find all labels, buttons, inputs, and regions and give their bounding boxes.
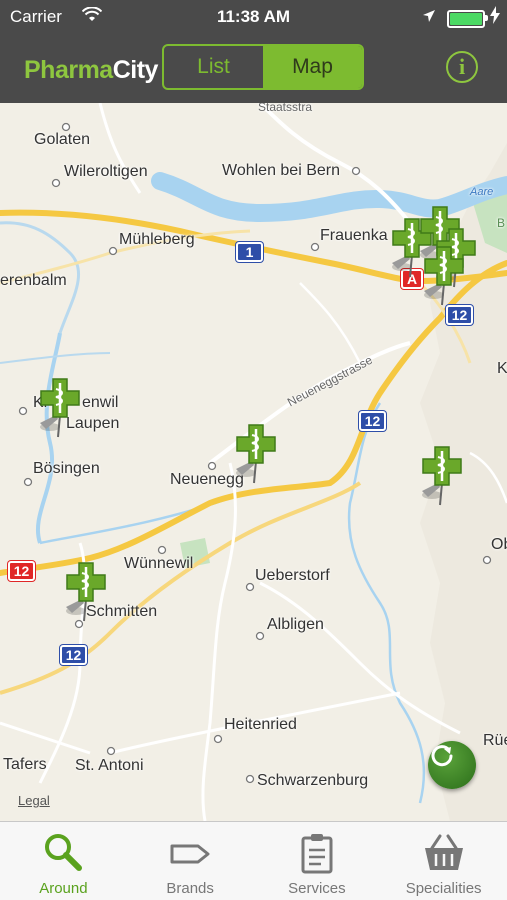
pharmacy-pin-icon[interactable] bbox=[36, 375, 82, 439]
tab-label: Specialities bbox=[405, 880, 482, 897]
place-label: Frauenka bbox=[320, 227, 388, 244]
tab-label: Services bbox=[288, 880, 346, 897]
place-label: Heitenried bbox=[224, 716, 297, 733]
battery-icon bbox=[447, 10, 485, 28]
info-button[interactable]: i bbox=[446, 51, 478, 83]
highway-shield: 12 bbox=[60, 645, 87, 665]
pharmacy-pin-icon[interactable] bbox=[62, 559, 108, 623]
place-label: Schwarzenburg bbox=[257, 772, 369, 789]
highway-shield: 1 bbox=[236, 242, 263, 262]
place-label: Bösingen bbox=[33, 460, 100, 477]
charging-bolt-icon bbox=[490, 6, 500, 27]
status-bar: Carrier 11:38 AM bbox=[0, 0, 507, 34]
tag-icon bbox=[170, 844, 210, 864]
place-label: Rüeg bbox=[483, 732, 507, 749]
place-label: Ueberstorf bbox=[255, 567, 330, 584]
place-label: Tafers bbox=[3, 756, 47, 773]
pharmacy-pin-icon[interactable] bbox=[420, 243, 466, 307]
map-view[interactable]: Golaten Wileroltigen Wohlen bei Bern Müh… bbox=[0, 103, 507, 821]
tab-specialities[interactable]: Specialities bbox=[380, 822, 507, 900]
view-segmented-control: List Map bbox=[162, 44, 364, 90]
search-icon bbox=[45, 834, 83, 871]
tab-services[interactable]: Services bbox=[254, 822, 381, 900]
segment-map[interactable]: Map bbox=[263, 46, 362, 88]
highway-shield: 12 bbox=[359, 411, 386, 431]
legal-link[interactable]: Legal bbox=[18, 793, 50, 808]
place-label: Golaten bbox=[34, 131, 91, 148]
basket-icon bbox=[424, 834, 463, 870]
app-logo: PharmaCity bbox=[24, 56, 158, 85]
park-label: B bbox=[497, 216, 506, 230]
place-label: erenbalm bbox=[0, 272, 67, 289]
place-label: Wohlen bei Bern bbox=[222, 162, 340, 179]
nav-bar: PharmaCity List Map i bbox=[0, 34, 507, 103]
place-label: St. Antoni bbox=[75, 757, 144, 774]
place-label: Wünnewil bbox=[124, 555, 194, 572]
highway-shield: 12 bbox=[8, 561, 35, 581]
refresh-icon bbox=[431, 745, 453, 767]
place-label: Ob bbox=[491, 536, 507, 553]
place-label: K bbox=[497, 360, 507, 377]
tab-around[interactable]: Around bbox=[0, 822, 127, 900]
pharmacy-pin-icon[interactable] bbox=[232, 421, 278, 485]
pharmacy-pin-icon[interactable] bbox=[418, 443, 464, 507]
tab-bar: Around Brands Services Specialities bbox=[0, 821, 507, 900]
logo-city: City bbox=[112, 56, 159, 84]
place-label: Mühleberg bbox=[119, 231, 195, 248]
road-label: Staatsstra bbox=[258, 103, 313, 114]
segment-list[interactable]: List bbox=[164, 46, 263, 88]
info-icon: i bbox=[458, 54, 466, 79]
place-label: enwil bbox=[82, 394, 119, 411]
tab-brands[interactable]: Brands bbox=[127, 822, 254, 900]
place-label: Albligen bbox=[267, 616, 324, 633]
tab-label: Brands bbox=[166, 880, 214, 897]
river-label: Aare bbox=[470, 186, 494, 198]
location-arrow-icon bbox=[422, 8, 436, 28]
tab-label: Around bbox=[39, 880, 88, 897]
refresh-button[interactable] bbox=[428, 741, 476, 789]
highway-shield: 12 bbox=[446, 305, 473, 325]
clipboard-icon bbox=[301, 834, 333, 874]
logo-pharma: Pharma bbox=[24, 56, 113, 84]
place-label: Wileroltigen bbox=[64, 163, 148, 180]
